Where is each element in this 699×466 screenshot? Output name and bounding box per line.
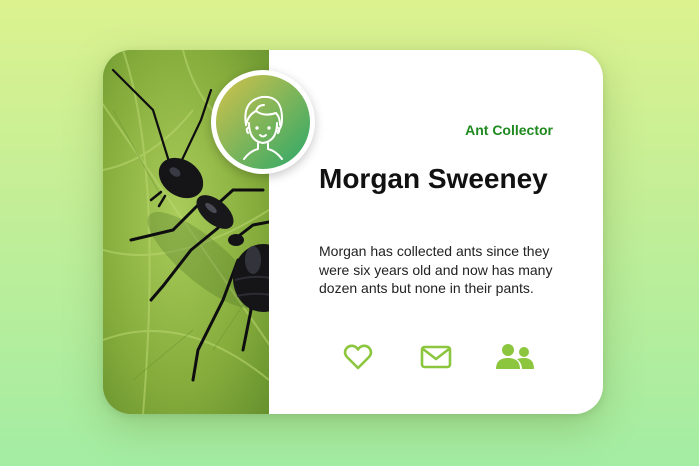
avatar	[216, 75, 310, 169]
envelope-icon	[420, 345, 452, 369]
profile-bio: Morgan has collected ants since they wer…	[319, 243, 553, 296]
message-button[interactable]	[419, 340, 453, 374]
users-icon	[496, 344, 534, 369]
profile-name: Morgan Sweeney	[319, 163, 548, 194]
friends-button[interactable]	[495, 340, 535, 374]
action-bar	[103, 340, 603, 376]
like-button[interactable]	[341, 340, 375, 374]
heart-icon	[343, 344, 373, 370]
profile-card: Ant Collector Morgan Sweeney Morgan has …	[103, 50, 603, 414]
role-badge: Ant Collector	[465, 122, 553, 138]
avatar-frame	[211, 70, 315, 174]
avatar-illustration	[216, 75, 310, 169]
